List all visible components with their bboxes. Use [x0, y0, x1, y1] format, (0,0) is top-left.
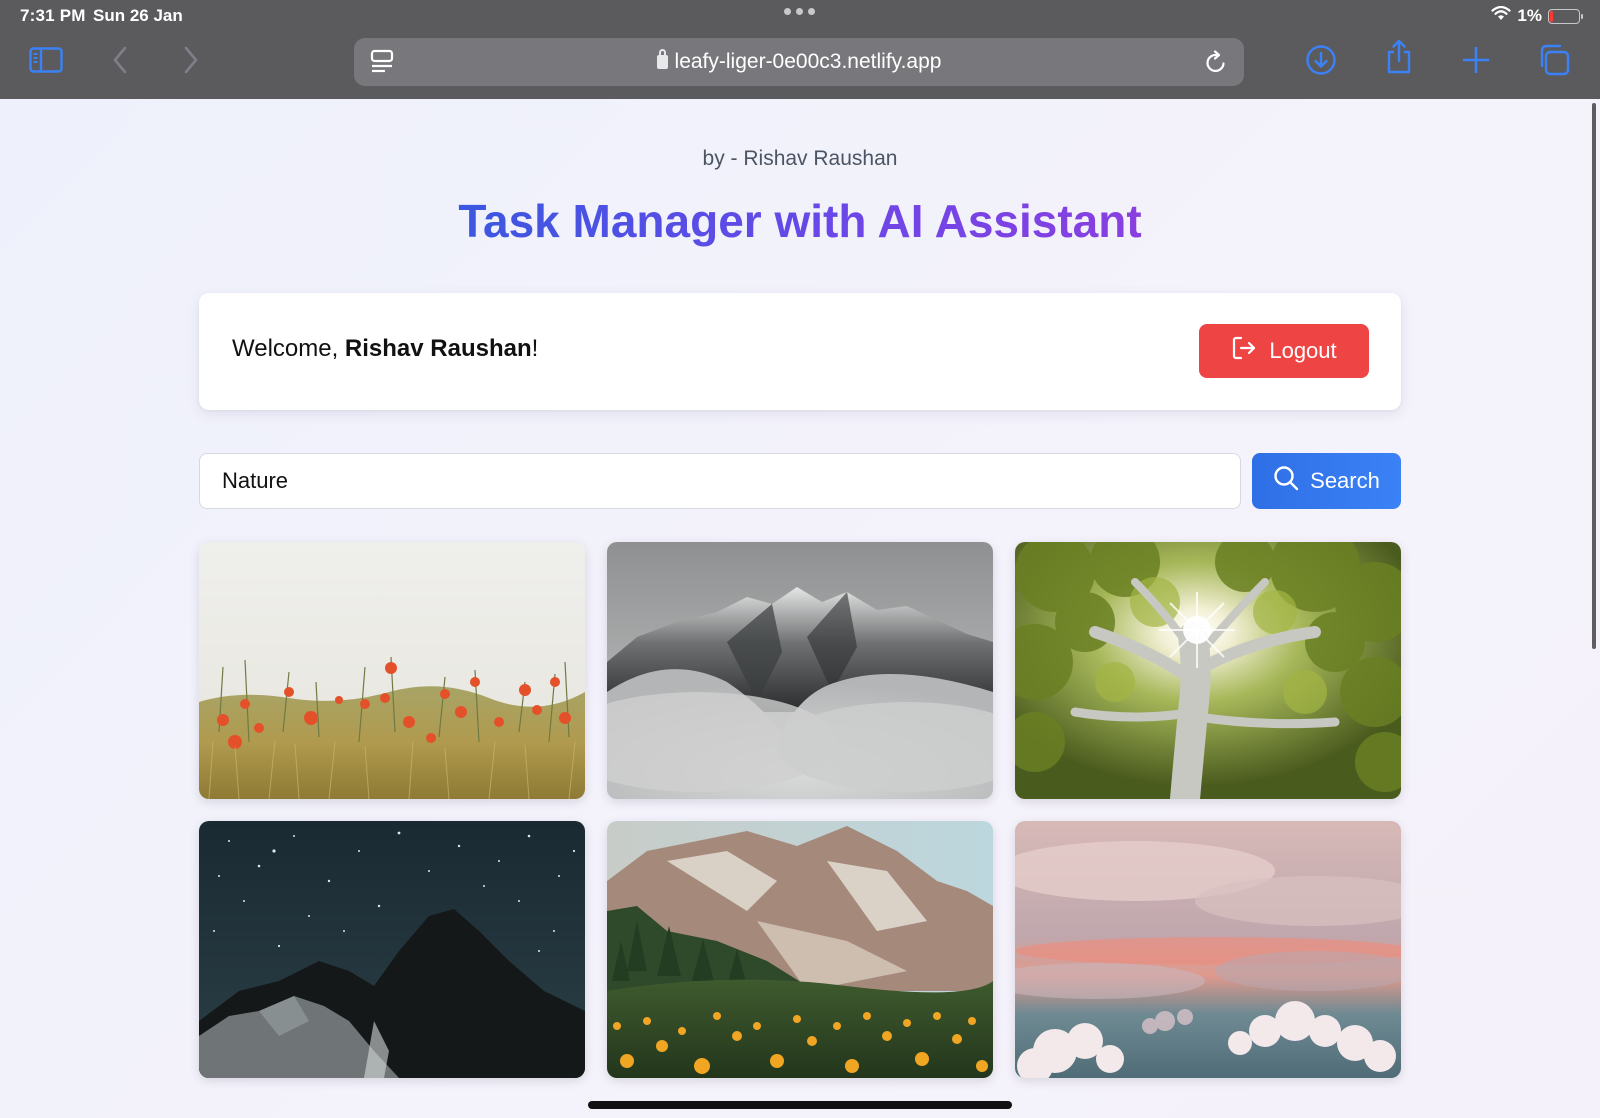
search-label: Search — [1310, 468, 1380, 493]
image-gallery — [199, 542, 1401, 1078]
welcome-card: Welcome, Rishav Raushan! Logout — [199, 293, 1401, 410]
author-byline: by - Rishav Raushan — [702, 147, 898, 170]
web-page: by - Rishav Raushan Task Manager with AI… — [0, 99, 1600, 1118]
gallery-image-alpine-meadow[interactable] — [607, 821, 993, 1078]
url-text: leafy-liger-0e00c3.netlify.app — [354, 49, 1244, 74]
page-title: Task Manager with AI Assistant — [458, 195, 1142, 247]
welcome-message: Welcome, Rishav Raushan! — [232, 335, 539, 362]
gallery-image-mountain-mist[interactable] — [607, 542, 993, 799]
back-icon[interactable] — [112, 43, 128, 77]
reload-icon[interactable] — [1204, 49, 1228, 80]
home-indicator[interactable] — [588, 1101, 1012, 1109]
gallery-image-poppies[interactable] — [199, 542, 585, 799]
logout-button[interactable]: Logout — [1199, 324, 1369, 378]
status-indicators: 1% — [1491, 5, 1583, 26]
tabs-icon[interactable] — [1538, 43, 1570, 77]
url-label: leafy-liger-0e00c3.netlify.app — [674, 50, 942, 73]
gallery-image-tree-sun[interactable] — [1015, 542, 1401, 799]
alpine-meadow-image — [607, 821, 993, 1078]
lock-icon — [656, 49, 668, 69]
plus-icon[interactable] — [1463, 43, 1489, 77]
multitasking-dots-icon[interactable] — [784, 8, 815, 15]
battery-percent: 1% — [1517, 6, 1542, 25]
logout-label: Logout — [1269, 338, 1337, 363]
poppy-field-image — [199, 542, 585, 799]
user-name: Rishav Raushan — [344, 335, 532, 362]
gallery-image-night-sky[interactable] — [199, 821, 585, 1078]
search-input[interactable] — [199, 453, 1241, 509]
share-icon[interactable] — [1385, 39, 1413, 74]
wifi-icon — [1491, 5, 1512, 26]
night-mountain-image — [199, 821, 585, 1078]
sunset-clouds-image — [1015, 821, 1401, 1078]
sidebar-icon[interactable] — [29, 43, 63, 77]
gallery-image-clouds[interactable] — [1015, 821, 1401, 1078]
scrollbar[interactable] — [1592, 103, 1596, 649]
misty-mountain-image — [607, 542, 993, 799]
tree-canopy-image — [1015, 542, 1401, 799]
status-date: Sun 26 Jan — [93, 6, 183, 25]
download-icon[interactable] — [1305, 43, 1337, 77]
browser-chrome: 7:31 PM Sun 26 Jan 1% leafy-liger-0e00c3… — [0, 0, 1600, 99]
search-button[interactable]: Search — [1252, 453, 1401, 509]
status-time: 7:31 PM — [20, 6, 86, 25]
logout-icon — [1231, 335, 1257, 367]
search-icon — [1273, 465, 1299, 497]
battery-icon — [1548, 8, 1583, 24]
forward-icon[interactable] — [183, 43, 199, 77]
address-bar[interactable]: leafy-liger-0e00c3.netlify.app — [354, 38, 1244, 86]
